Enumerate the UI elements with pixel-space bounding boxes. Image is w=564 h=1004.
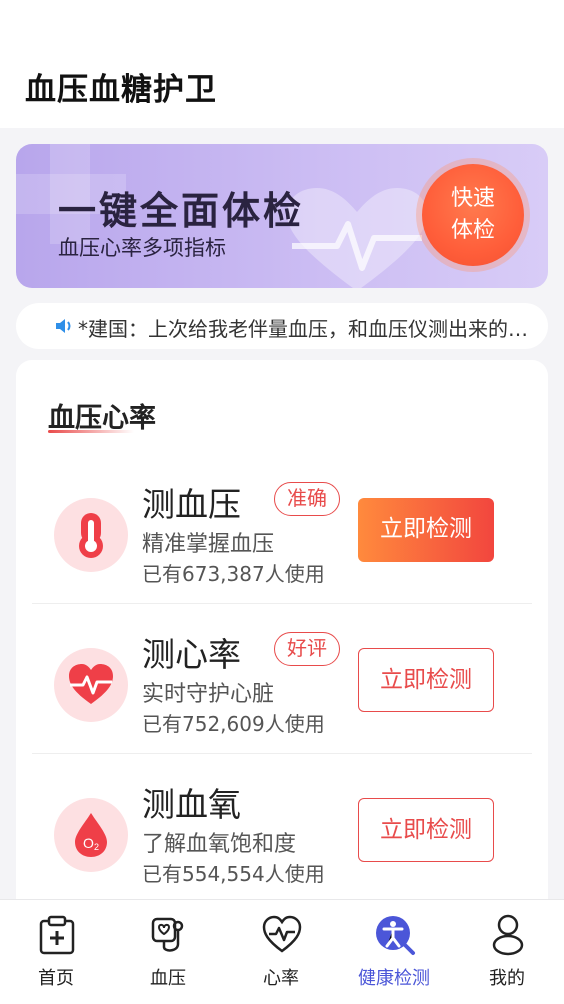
checkup-banner[interactable]: 一键全面体检 血压心率多项指标 快速 体检: [16, 144, 548, 288]
blood-drop-o2-icon: O 2: [54, 798, 128, 872]
profile-icon: [492, 914, 524, 956]
page-title: 血压血糖护卫: [25, 72, 217, 108]
test-name: 测血氧: [142, 785, 241, 824]
notice-text: *建国：上次给我老伴量血压，和血压仪测出来的数值差不多: [78, 317, 538, 341]
tab-profile[interactable]: 我的: [451, 900, 563, 1004]
thermometer-icon: [54, 498, 128, 572]
test-usage-count: 已有752,609人使用: [142, 712, 325, 736]
blood-pressure-heart-rate-section: 血压心率 测血压 准确 精准掌握血压 已有673,387人使用 立即检测 测心率…: [16, 360, 548, 920]
row-divider: [32, 603, 532, 604]
test-usage-count: 已有673,387人使用: [142, 562, 325, 586]
test-item-blood-oxygen[interactable]: O 2 测血氧 了解血氧饱和度 已有554,554人使用 立即检测: [32, 756, 532, 904]
section-title-underline: [48, 430, 134, 433]
heart-rate-icon: [262, 915, 302, 953]
tab-label: 血压: [150, 968, 186, 989]
stethoscope-icon: [151, 917, 184, 952]
start-test-button[interactable]: 立即检测: [358, 648, 494, 712]
svg-text:O: O: [83, 835, 94, 851]
banner-title: 一键全面体检: [58, 189, 305, 233]
test-badge: 准确: [274, 482, 340, 516]
heart-pulse-icon: [54, 648, 128, 722]
tab-heart-rate[interactable]: 心率: [225, 900, 337, 1004]
tab-label: 心率: [263, 968, 299, 989]
medical-clipboard-icon: [39, 915, 75, 955]
tab-label: 健康检测: [358, 968, 430, 989]
bottom-tab-bar: 首页 血压 心率 健康检测 我的: [0, 899, 564, 1004]
start-test-button[interactable]: 立即检测: [358, 798, 494, 862]
test-item-heart-rate[interactable]: 测心率 好评 实时守护心脏 已有752,609人使用 立即检测: [32, 606, 532, 754]
quick-checkup-label-1: 快速: [450, 186, 495, 211]
quick-checkup-label-2: 体检: [450, 218, 495, 243]
notice-bar[interactable]: *建国：上次给我老伴量血压，和血压仪测出来的数值差不多: [16, 303, 548, 349]
health-check-icon: [376, 916, 415, 955]
test-name: 测心率: [142, 635, 241, 674]
tab-home[interactable]: 首页: [0, 900, 112, 1004]
test-description: 实时守护心脏: [142, 682, 275, 707]
test-description: 精准掌握血压: [142, 532, 275, 557]
test-usage-count: 已有554,554人使用: [142, 862, 325, 886]
banner-subtitle: 血压心率多项指标: [58, 236, 226, 260]
tab-label: 首页: [38, 968, 74, 989]
app-header: 血压血糖护卫: [0, 0, 564, 128]
row-divider: [32, 753, 532, 754]
test-item-blood-pressure[interactable]: 测血压 准确 精准掌握血压 已有673,387人使用 立即检测: [32, 456, 532, 604]
test-name: 测血压: [142, 485, 241, 524]
tab-label: 我的: [489, 968, 525, 989]
svg-text:2: 2: [94, 842, 99, 852]
quick-checkup-button[interactable]: 快速 体检: [422, 164, 524, 266]
heart-decoration-icon: [287, 188, 427, 288]
test-description: 了解血氧饱和度: [142, 832, 297, 857]
tab-health-check[interactable]: 健康检测: [338, 900, 450, 1004]
speaker-icon: [56, 319, 71, 333]
test-badge: 好评: [274, 632, 340, 666]
tab-blood-pressure[interactable]: 血压: [112, 900, 224, 1004]
start-test-button[interactable]: 立即检测: [358, 498, 494, 562]
